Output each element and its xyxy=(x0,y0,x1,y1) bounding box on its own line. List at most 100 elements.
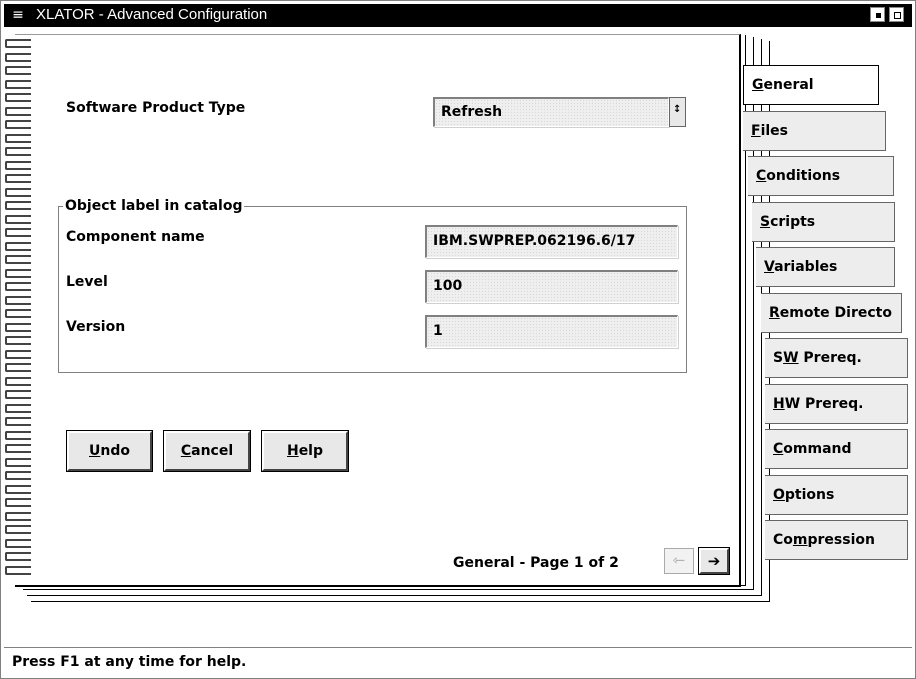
tab-label-rest: ommand xyxy=(783,441,852,457)
tab-label-rest: cripts xyxy=(770,213,816,230)
spiral-ring xyxy=(5,349,31,359)
spiral-ring xyxy=(5,255,31,264)
tab-label-prefix: Co xyxy=(773,532,793,548)
spiral-ring xyxy=(5,39,31,48)
tab-label-rest: emote Directo xyxy=(779,304,892,321)
spiral-ring xyxy=(5,160,31,170)
tab-label-rest: ariables xyxy=(774,259,838,275)
version-label: Version xyxy=(66,319,126,335)
undo-mnemonic: U xyxy=(89,443,101,459)
page-indicator: General - Page 1 of 2 xyxy=(453,555,619,571)
product-type-label: Software Product Type xyxy=(66,100,246,116)
spiral-ring xyxy=(5,336,31,345)
spiral-ring xyxy=(5,133,31,143)
tab-7[interactable]: HW Prereq. xyxy=(765,383,908,424)
undo-label-rest: ndo xyxy=(100,443,130,459)
tab-label-mnemonic: W xyxy=(783,350,799,366)
spiral-ring xyxy=(5,309,31,318)
system-menu-icon[interactable]: ≡ xyxy=(10,7,26,23)
spiral-ring xyxy=(5,444,31,453)
tab-label-mnemonic: G xyxy=(752,77,764,93)
spiral-ring xyxy=(5,552,31,561)
spiral-ring xyxy=(5,430,31,440)
spiral-ring xyxy=(5,66,31,75)
chevron-down-icon: ↕ xyxy=(673,104,682,115)
tab-6[interactable]: SW Prereq. xyxy=(765,338,908,378)
undo-button[interactable]: Undo xyxy=(66,430,153,472)
spiral-ring xyxy=(5,187,31,197)
window-title: XLATOR - Advanced Configuration xyxy=(36,6,268,23)
spiral-ring xyxy=(5,93,31,102)
tab-1[interactable]: Files xyxy=(743,110,886,151)
dropdown-arrow-button[interactable]: ↕ xyxy=(669,97,686,127)
spiral-ring xyxy=(5,484,31,494)
maximize-button[interactable] xyxy=(889,7,904,22)
spiral-ring xyxy=(5,498,31,507)
spiral-ring xyxy=(5,525,31,534)
minimize-button[interactable] xyxy=(870,7,885,22)
spiral-ring xyxy=(5,201,31,210)
tab-label-rest: W Prereq. xyxy=(784,395,864,412)
spiral-ring xyxy=(5,471,31,480)
spiral-ring xyxy=(5,376,31,386)
spiral-ring xyxy=(5,322,31,332)
spiral-ring xyxy=(5,417,31,426)
tab-8[interactable]: Command xyxy=(765,429,908,469)
tab-5[interactable]: Remote Directo xyxy=(761,292,902,333)
tab-0[interactable]: General xyxy=(743,65,879,105)
help-mnemonic: H xyxy=(286,443,299,459)
notebook-spiral-binding xyxy=(5,39,31,579)
tab-4[interactable]: Variables xyxy=(756,247,895,287)
main-window: ≡ XLATOR - Advanced Configuration Softwa… xyxy=(0,0,916,679)
spiral-ring xyxy=(5,268,31,278)
tab-label-rest: ptions xyxy=(784,486,835,503)
version-field[interactable]: 1 xyxy=(425,315,678,348)
component-name-field[interactable]: IBM.SWPREP.062196.6/17 xyxy=(425,225,678,258)
tab-label-mnemonic: C xyxy=(773,441,784,457)
cancel-button[interactable]: Cancel xyxy=(163,430,251,472)
level-label: Level xyxy=(66,274,108,290)
level-field[interactable]: 100 xyxy=(425,270,678,303)
spiral-ring xyxy=(5,241,31,251)
tab-2[interactable]: Conditions xyxy=(748,156,894,196)
tab-label-mnemonic: C xyxy=(756,168,767,184)
tab-9[interactable]: Options xyxy=(765,474,908,515)
spiral-ring xyxy=(5,565,31,575)
status-text: Press F1 at any time for help. xyxy=(12,654,247,670)
next-page-button[interactable]: ➔ xyxy=(698,547,730,575)
previous-page-button[interactable]: ⇽ xyxy=(664,548,694,574)
status-bar: Press F1 at any time for help. xyxy=(4,647,912,676)
tab-label-mnemonic: O xyxy=(773,486,785,503)
spiral-ring xyxy=(5,363,31,372)
tab-label-mnemonic: S xyxy=(760,213,771,230)
tab-10[interactable]: Compression xyxy=(765,520,908,560)
product-type-dropdown[interactable]: Refresh xyxy=(433,97,669,127)
help-button[interactable]: Help xyxy=(261,430,349,472)
spiral-ring xyxy=(5,228,31,237)
component-name-label: Component name xyxy=(66,229,205,245)
spiral-ring xyxy=(5,282,31,291)
tab-label-rest: Prereq. xyxy=(798,350,862,366)
spiral-ring xyxy=(5,52,31,62)
tab-label-rest: onditions xyxy=(766,168,841,184)
tab-label-mnemonic: V xyxy=(764,259,775,275)
tab-label-rest: pression xyxy=(807,532,875,548)
spiral-ring xyxy=(5,511,31,521)
spiral-ring xyxy=(5,295,31,305)
tab-label-mnemonic: m xyxy=(792,532,808,548)
tab-label-mnemonic: H xyxy=(773,395,785,412)
spiral-ring xyxy=(5,403,31,413)
spiral-ring xyxy=(5,106,31,116)
tab-label-rest: iles xyxy=(760,122,789,139)
tab-3[interactable]: Scripts xyxy=(752,201,895,242)
spiral-ring xyxy=(5,147,31,156)
tab-label-mnemonic: R xyxy=(769,304,780,321)
help-label-rest: elp xyxy=(298,443,324,459)
spiral-ring xyxy=(5,538,31,548)
title-bar[interactable]: ≡ XLATOR - Advanced Configuration xyxy=(4,4,912,27)
spiral-ring xyxy=(5,79,31,89)
spiral-ring xyxy=(5,457,31,467)
spiral-ring xyxy=(5,390,31,399)
spiral-ring xyxy=(5,120,31,129)
tab-label-mnemonic: F xyxy=(751,122,761,139)
